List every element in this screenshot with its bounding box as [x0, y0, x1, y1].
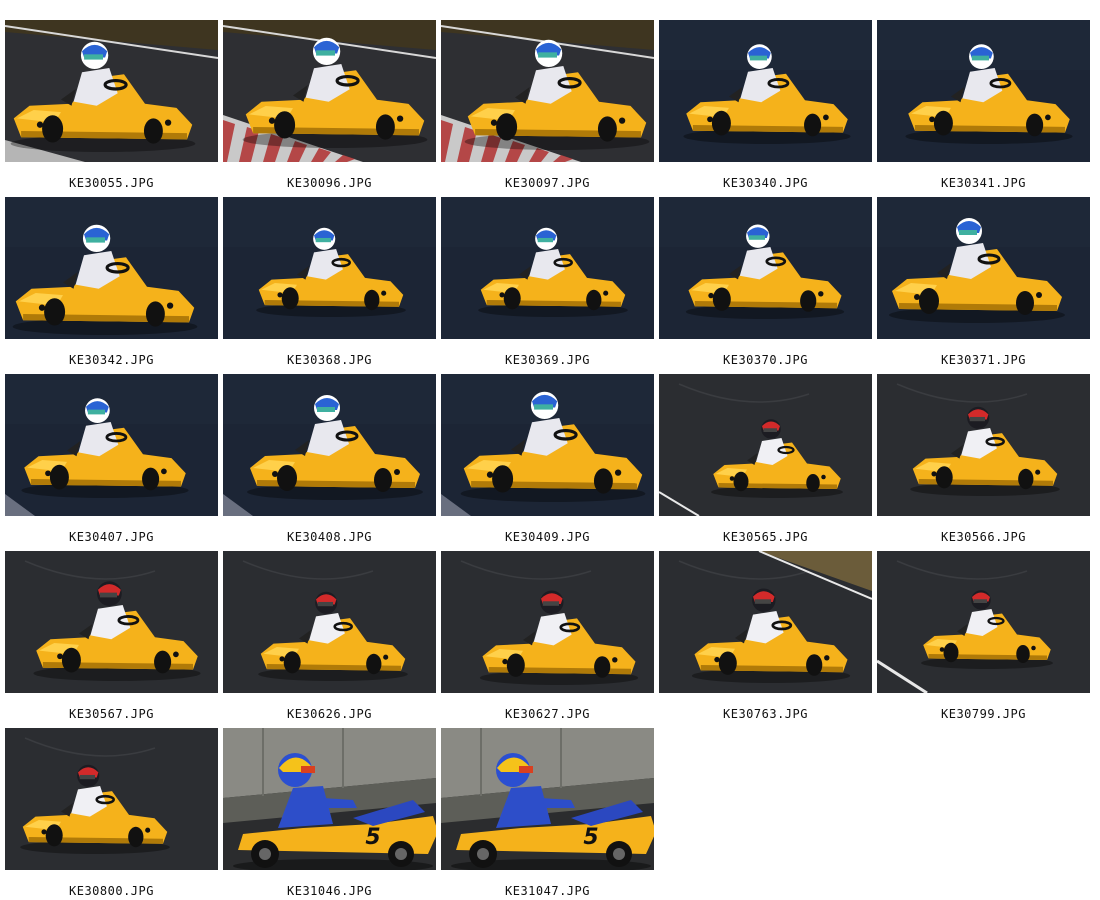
kart-photo: 5	[877, 374, 1090, 516]
thumbnail-item[interactable]: 5 KE30409.JPG	[441, 374, 654, 544]
thumbnail-filename[interactable]: KE30409.JPG	[441, 530, 654, 544]
kart-photo: 5	[223, 197, 436, 339]
thumbnail-filename[interactable]: KE30566.JPG	[877, 530, 1090, 544]
thumbnail-item[interactable]: 5 KE30763.JPG	[659, 551, 872, 721]
thumbnail-image[interactable]: 5	[877, 20, 1090, 162]
kart-photo: 5	[5, 374, 218, 516]
thumbnail-item[interactable]: 5 KE30370.JPG	[659, 197, 872, 367]
thumbnail-filename[interactable]: KE30097.JPG	[441, 176, 654, 190]
thumbnail-image[interactable]: 5	[441, 728, 654, 870]
kart-photo: 5	[441, 728, 654, 870]
thumbnail-image[interactable]: 5	[223, 374, 436, 516]
thumbnail-item[interactable]: 5 KE30626.JPG	[223, 551, 436, 721]
thumbnail-filename[interactable]: KE30763.JPG	[659, 707, 872, 721]
thumbnail-item[interactable]: 5 KE31046.JPG	[223, 728, 436, 898]
thumbnail-item[interactable]: 5 KE31047.JPG	[441, 728, 654, 898]
thumbnail-filename[interactable]: KE30626.JPG	[223, 707, 436, 721]
thumbnail-gallery: 5 KE30055.JPG 5 KE30096.JPG 5 KE30097.JPG 5 KE3…	[0, 0, 1100, 900]
kart-photo: 5	[877, 20, 1090, 162]
thumbnail-filename[interactable]: KE30407.JPG	[5, 530, 218, 544]
thumbnail-filename[interactable]: KE30340.JPG	[659, 176, 872, 190]
kart-photo: 5	[441, 197, 654, 339]
thumbnail-image[interactable]: 5	[659, 20, 872, 162]
thumbnail-image[interactable]: 5	[441, 197, 654, 339]
kart-photo: 5	[441, 20, 654, 162]
thumbnail-image[interactable]: 5	[877, 197, 1090, 339]
kart-photo: 5	[659, 20, 872, 162]
thumbnail-image[interactable]: 5	[659, 374, 872, 516]
thumbnail-item[interactable]: 5 KE30368.JPG	[223, 197, 436, 367]
thumbnail-image[interactable]: 5	[441, 374, 654, 516]
kart-photo: 5	[877, 197, 1090, 339]
thumbnail-item[interactable]: 5 KE30340.JPG	[659, 20, 872, 190]
kart-photo: 5	[659, 374, 872, 516]
kart-photo: 5	[441, 551, 654, 693]
thumbnail-item[interactable]: 5 KE30800.JPG	[5, 728, 218, 898]
thumbnail-image[interactable]: 5	[659, 551, 872, 693]
thumbnail-filename[interactable]: KE30055.JPG	[5, 176, 218, 190]
kart-photo: 5	[5, 197, 218, 339]
kart-photo: 5	[877, 551, 1090, 693]
thumbnail-image[interactable]: 5	[441, 551, 654, 693]
thumbnail-image[interactable]: 5	[5, 197, 218, 339]
thumbnail-filename[interactable]: KE30368.JPG	[223, 353, 436, 367]
thumbnail-item[interactable]: 5 KE30341.JPG	[877, 20, 1090, 190]
thumbnail-item[interactable]: 5 KE30799.JPG	[877, 551, 1090, 721]
kart-photo: 5	[223, 20, 436, 162]
thumbnail-image[interactable]: 5	[877, 374, 1090, 516]
thumbnail-image[interactable]: 5	[441, 20, 654, 162]
thumbnail-image[interactable]: 5	[5, 20, 218, 162]
thumbnail-item[interactable]: 5 KE30567.JPG	[5, 551, 218, 721]
thumbnail-item[interactable]: 5 KE30342.JPG	[5, 197, 218, 367]
svg-text:5: 5	[583, 825, 598, 850]
thumbnail-image[interactable]: 5	[5, 374, 218, 516]
thumbnail-image[interactable]: 5	[223, 728, 436, 870]
kart-photo: 5	[223, 551, 436, 693]
thumbnail-item[interactable]: 5 KE30408.JPG	[223, 374, 436, 544]
kart-photo: 5	[441, 374, 654, 516]
thumbnail-item[interactable]: 5 KE30097.JPG	[441, 20, 654, 190]
thumbnail-item[interactable]: 5 KE30565.JPG	[659, 374, 872, 544]
thumbnail-filename[interactable]: KE30567.JPG	[5, 707, 218, 721]
thumbnail-item[interactable]: 5 KE30371.JPG	[877, 197, 1090, 367]
kart-photo: 5	[223, 374, 436, 516]
thumbnail-filename[interactable]: KE30800.JPG	[5, 884, 218, 898]
thumbnail-filename[interactable]: KE30341.JPG	[877, 176, 1090, 190]
thumbnail-filename[interactable]: KE30096.JPG	[223, 176, 436, 190]
thumbnail-image[interactable]: 5	[223, 197, 436, 339]
thumbnail-item[interactable]: 5 KE30096.JPG	[223, 20, 436, 190]
thumbnail-filename[interactable]: KE31046.JPG	[223, 884, 436, 898]
kart-photo: 5	[5, 551, 218, 693]
thumbnail-image[interactable]: 5	[223, 20, 436, 162]
thumbnail-filename[interactable]: KE31047.JPG	[441, 884, 654, 898]
thumbnail-filename[interactable]: KE30369.JPG	[441, 353, 654, 367]
kart-photo: 5	[5, 728, 218, 870]
thumbnail-filename[interactable]: KE30565.JPG	[659, 530, 872, 544]
thumbnail-image[interactable]: 5	[877, 551, 1090, 693]
thumbnail-item[interactable]: 5 KE30369.JPG	[441, 197, 654, 367]
thumbnail-image[interactable]: 5	[5, 551, 218, 693]
kart-photo: 5	[223, 728, 436, 870]
kart-photo: 5	[659, 551, 872, 693]
thumbnail-filename[interactable]: KE30627.JPG	[441, 707, 654, 721]
kart-photo: 5	[5, 20, 218, 162]
svg-text:5: 5	[365, 825, 380, 850]
thumbnail-item[interactable]: 5 KE30055.JPG	[5, 20, 218, 190]
thumbnail-filename[interactable]: KE30408.JPG	[223, 530, 436, 544]
thumbnail-filename[interactable]: KE30342.JPG	[5, 353, 218, 367]
thumbnail-image[interactable]: 5	[223, 551, 436, 693]
thumbnail-image[interactable]: 5	[5, 728, 218, 870]
thumbnail-item[interactable]: 5 KE30566.JPG	[877, 374, 1090, 544]
thumbnail-filename[interactable]: KE30371.JPG	[877, 353, 1090, 367]
thumbnail-item[interactable]: 5 KE30407.JPG	[5, 374, 218, 544]
thumbnail-item[interactable]: 5 KE30627.JPG	[441, 551, 654, 721]
kart-photo: 5	[659, 197, 872, 339]
thumbnail-image[interactable]: 5	[659, 197, 872, 339]
thumbnail-filename[interactable]: KE30370.JPG	[659, 353, 872, 367]
thumbnail-filename[interactable]: KE30799.JPG	[877, 707, 1090, 721]
